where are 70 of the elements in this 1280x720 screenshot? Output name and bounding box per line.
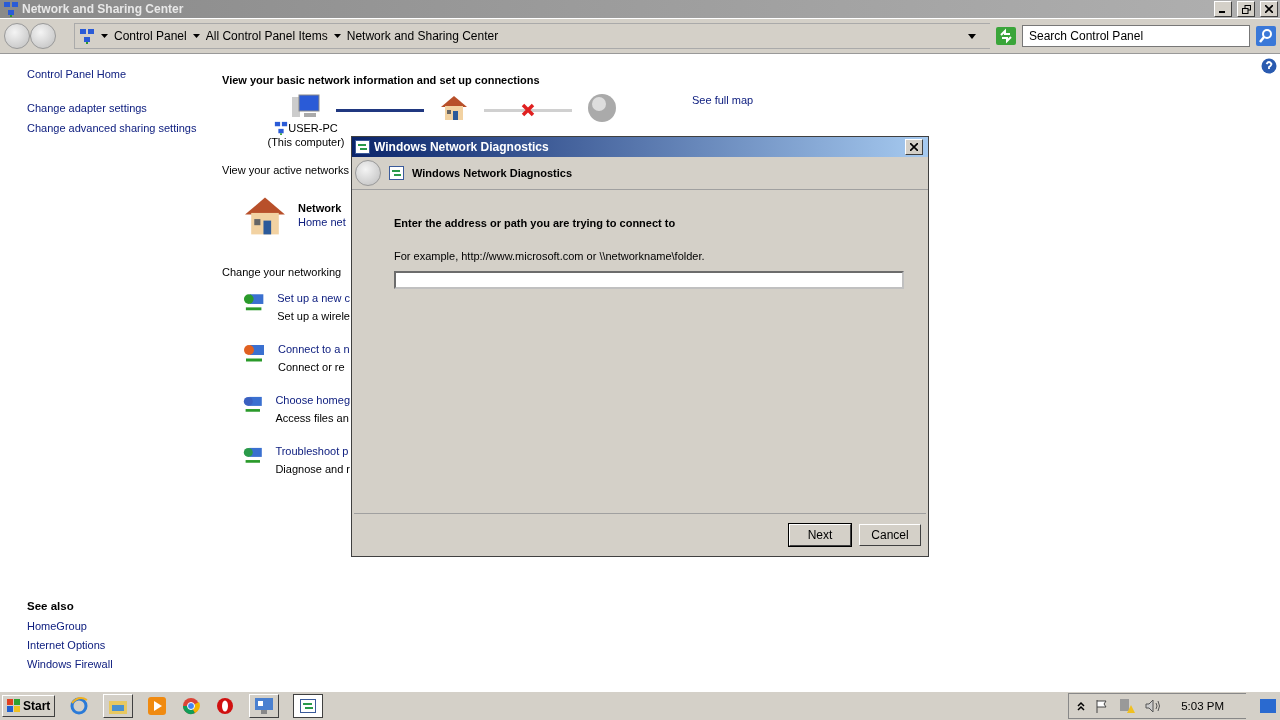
task-link[interactable]: Set up a new c [277,291,350,305]
clock[interactable]: 5:03 PM [1181,700,1224,712]
network-name: Network [298,201,343,215]
window-title: Network and Sharing Center [22,2,185,16]
control-panel-icon[interactable] [249,694,280,718]
task-link[interactable]: Connect to a n [278,342,350,356]
caret-icon[interactable] [192,34,200,38]
see-full-map-link[interactable]: See full map [692,93,754,107]
close-button[interactable] [1260,1,1278,17]
caret-icon[interactable] [101,34,108,38]
network-type-link[interactable]: Home net [298,215,346,229]
error-icon [521,103,535,117]
diagnostics-icon [389,166,404,180]
next-button[interactable]: Next [789,524,851,546]
address-bar[interactable]: Control Panel All Control Panel Items Network and Sharing Center [74,23,990,49]
refresh-icon[interactable] [996,27,1016,45]
diagnostics-task-icon[interactable] [293,694,324,718]
dialog-prompt: Enter the address or path you are trying to connect to [394,216,677,230]
dialog-title: Windows Network Diagnostics [374,140,550,154]
help-icon[interactable] [1261,58,1277,74]
nav-link[interactable]: Change advanced sharing settings [27,122,222,134]
folder-icon[interactable] [103,694,134,718]
task-description: Diagnose and r [275,462,350,476]
globe-icon [587,93,617,123]
task-link[interactable]: Troubleshoot p [275,444,350,458]
caret-icon[interactable] [968,33,976,39]
homegroup-icon [274,121,289,135]
see-also-link[interactable]: Windows Firewall [27,658,222,670]
network-center-icon [79,28,95,44]
address-field[interactable] [394,271,904,289]
see-also-link[interactable]: HomeGroup [27,620,222,632]
windows-logo-icon [7,699,21,713]
dialog-header: Windows Network Diagnostics [412,166,573,180]
task-link[interactable]: Choose homeg [275,393,350,407]
search-icon[interactable] [1256,26,1276,46]
network-center-icon [3,1,19,17]
breadcrumb[interactable]: All Control Panel Items [205,29,328,43]
see-also-heading: See also [27,600,75,612]
flag-icon[interactable] [1095,699,1110,713]
search-field[interactable]: Search Control Panel [1022,25,1250,47]
task-description: Connect or re [278,360,346,374]
caret-icon[interactable] [333,34,341,38]
breadcrumb[interactable]: Control Panel [114,29,187,43]
task-description: Access files an [275,411,350,425]
section-heading: View your basic network information and set up connections [222,73,540,87]
chevron-icon[interactable] [1077,701,1086,711]
see-also-link[interactable]: Internet Options [27,639,222,651]
cancel-button[interactable]: Cancel [859,524,921,546]
browser-icon[interactable] [69,695,90,717]
house-icon [439,93,469,123]
breadcrumb[interactable]: Network and Sharing Center [346,29,499,43]
example-text: For example, http://www.microsoft.com or \\networkname\folder. [394,249,706,263]
opera-icon[interactable] [215,695,236,717]
restore-icon [1241,4,1251,14]
minimize-button[interactable] [1214,1,1232,17]
section-heading: View your active networks [222,163,349,177]
diagnostics-icon [355,140,370,154]
nav-link[interactable]: Change adapter settings [27,102,222,114]
chrome-icon[interactable] [181,695,202,717]
task-description: Set up a wirele [277,309,350,323]
nav-link[interactable]: Control Panel Home [27,68,222,80]
speaker-icon[interactable] [1145,699,1162,713]
restore-button[interactable] [1237,1,1255,17]
section-heading: Change your networking [222,265,342,279]
computer-name: USER-PC [288,121,338,135]
close-icon [1265,5,1273,13]
close-icon [910,143,918,151]
close-button[interactable] [905,139,923,155]
computer-note: (This computer) [267,135,345,149]
start-button[interactable]: Start [2,695,56,717]
